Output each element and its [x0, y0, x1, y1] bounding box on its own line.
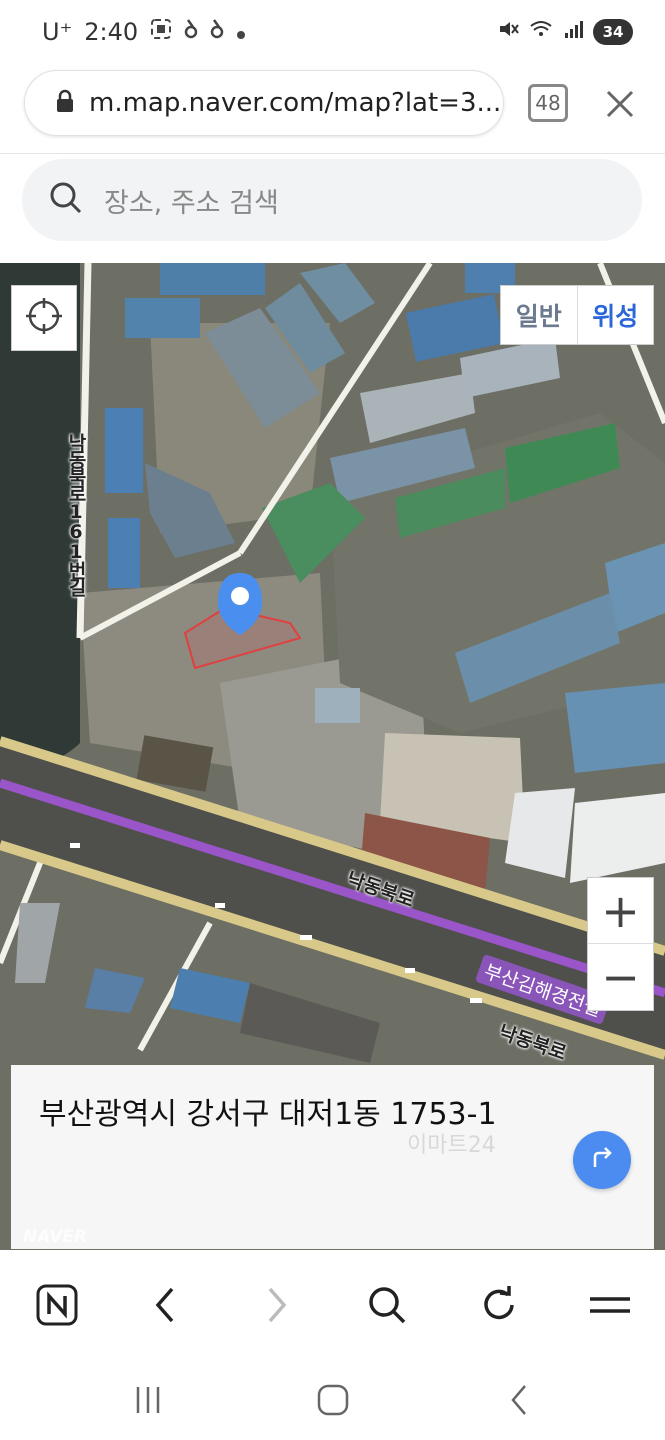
mute-icon — [497, 18, 519, 45]
search-input[interactable]: 장소, 주소 검색 — [22, 159, 642, 241]
back-button[interactable] — [140, 1280, 190, 1330]
poi-ghost-label: 이마트24 — [407, 1133, 496, 1158]
url-text: m.map.naver.com/map?lat=3... — [89, 88, 502, 118]
notification-icon — [184, 18, 198, 46]
search-icon — [48, 180, 84, 220]
more-notifications-dot-icon — [236, 18, 246, 46]
current-location-button[interactable] — [11, 285, 77, 351]
search-row: 장소, 주소 검색 — [0, 154, 665, 264]
close-icon[interactable] — [600, 84, 640, 124]
status-left: U⁺ 2:40 — [42, 18, 246, 46]
search-button[interactable] — [362, 1280, 412, 1330]
address-card[interactable]: 부산광역시 강서구 대저1동 1753-1 이마트24 NAVER — [11, 1065, 654, 1249]
tabs-button[interactable]: 48 — [528, 84, 568, 122]
road-label: 낙동북로161번길 — [65, 433, 87, 595]
map-type-normal-button[interactable]: 일반 — [501, 286, 578, 344]
forward-button[interactable] — [252, 1280, 302, 1330]
directions-button[interactable] — [573, 1131, 631, 1189]
carrier-label: U⁺ — [42, 18, 73, 46]
search-placeholder: 장소, 주소 검색 — [104, 187, 279, 219]
zoom-control: + − — [587, 877, 654, 1011]
address-bar[interactable]: m.map.naver.com/map?lat=3... — [24, 70, 504, 136]
wifi-icon — [529, 18, 553, 45]
status-bar: U⁺ 2:40 34 — [0, 0, 665, 68]
system-nav-bar — [0, 1360, 665, 1440]
browser-url-row: m.map.naver.com/map?lat=3... 48 — [0, 68, 665, 154]
crosshair-icon — [24, 296, 64, 340]
signal-icon — [563, 19, 583, 44]
map-type-satellite-button[interactable]: 위성 — [578, 286, 654, 344]
zoom-out-button[interactable]: − — [588, 944, 653, 1010]
menu-button[interactable] — [585, 1280, 635, 1330]
map-type-toggle: 일반 위성 — [500, 285, 654, 345]
battery-indicator: 34 — [593, 18, 633, 45]
refresh-button[interactable] — [474, 1280, 524, 1330]
naver-logo: NAVER — [23, 1227, 88, 1247]
status-right: 34 — [497, 18, 633, 45]
route-arrow-icon — [587, 1143, 617, 1177]
notification-icon — [210, 18, 224, 46]
back-nav-button[interactable] — [498, 1380, 542, 1420]
naver-home-button[interactable] — [32, 1280, 82, 1330]
clock: 2:40 — [84, 18, 139, 46]
home-button[interactable] — [311, 1380, 355, 1420]
recent-apps-button[interactable] — [126, 1380, 170, 1420]
screenshot-icon — [150, 18, 172, 46]
browser-toolbar — [0, 1252, 665, 1360]
zoom-in-button[interactable]: + — [588, 878, 653, 944]
lock-icon — [55, 89, 75, 117]
